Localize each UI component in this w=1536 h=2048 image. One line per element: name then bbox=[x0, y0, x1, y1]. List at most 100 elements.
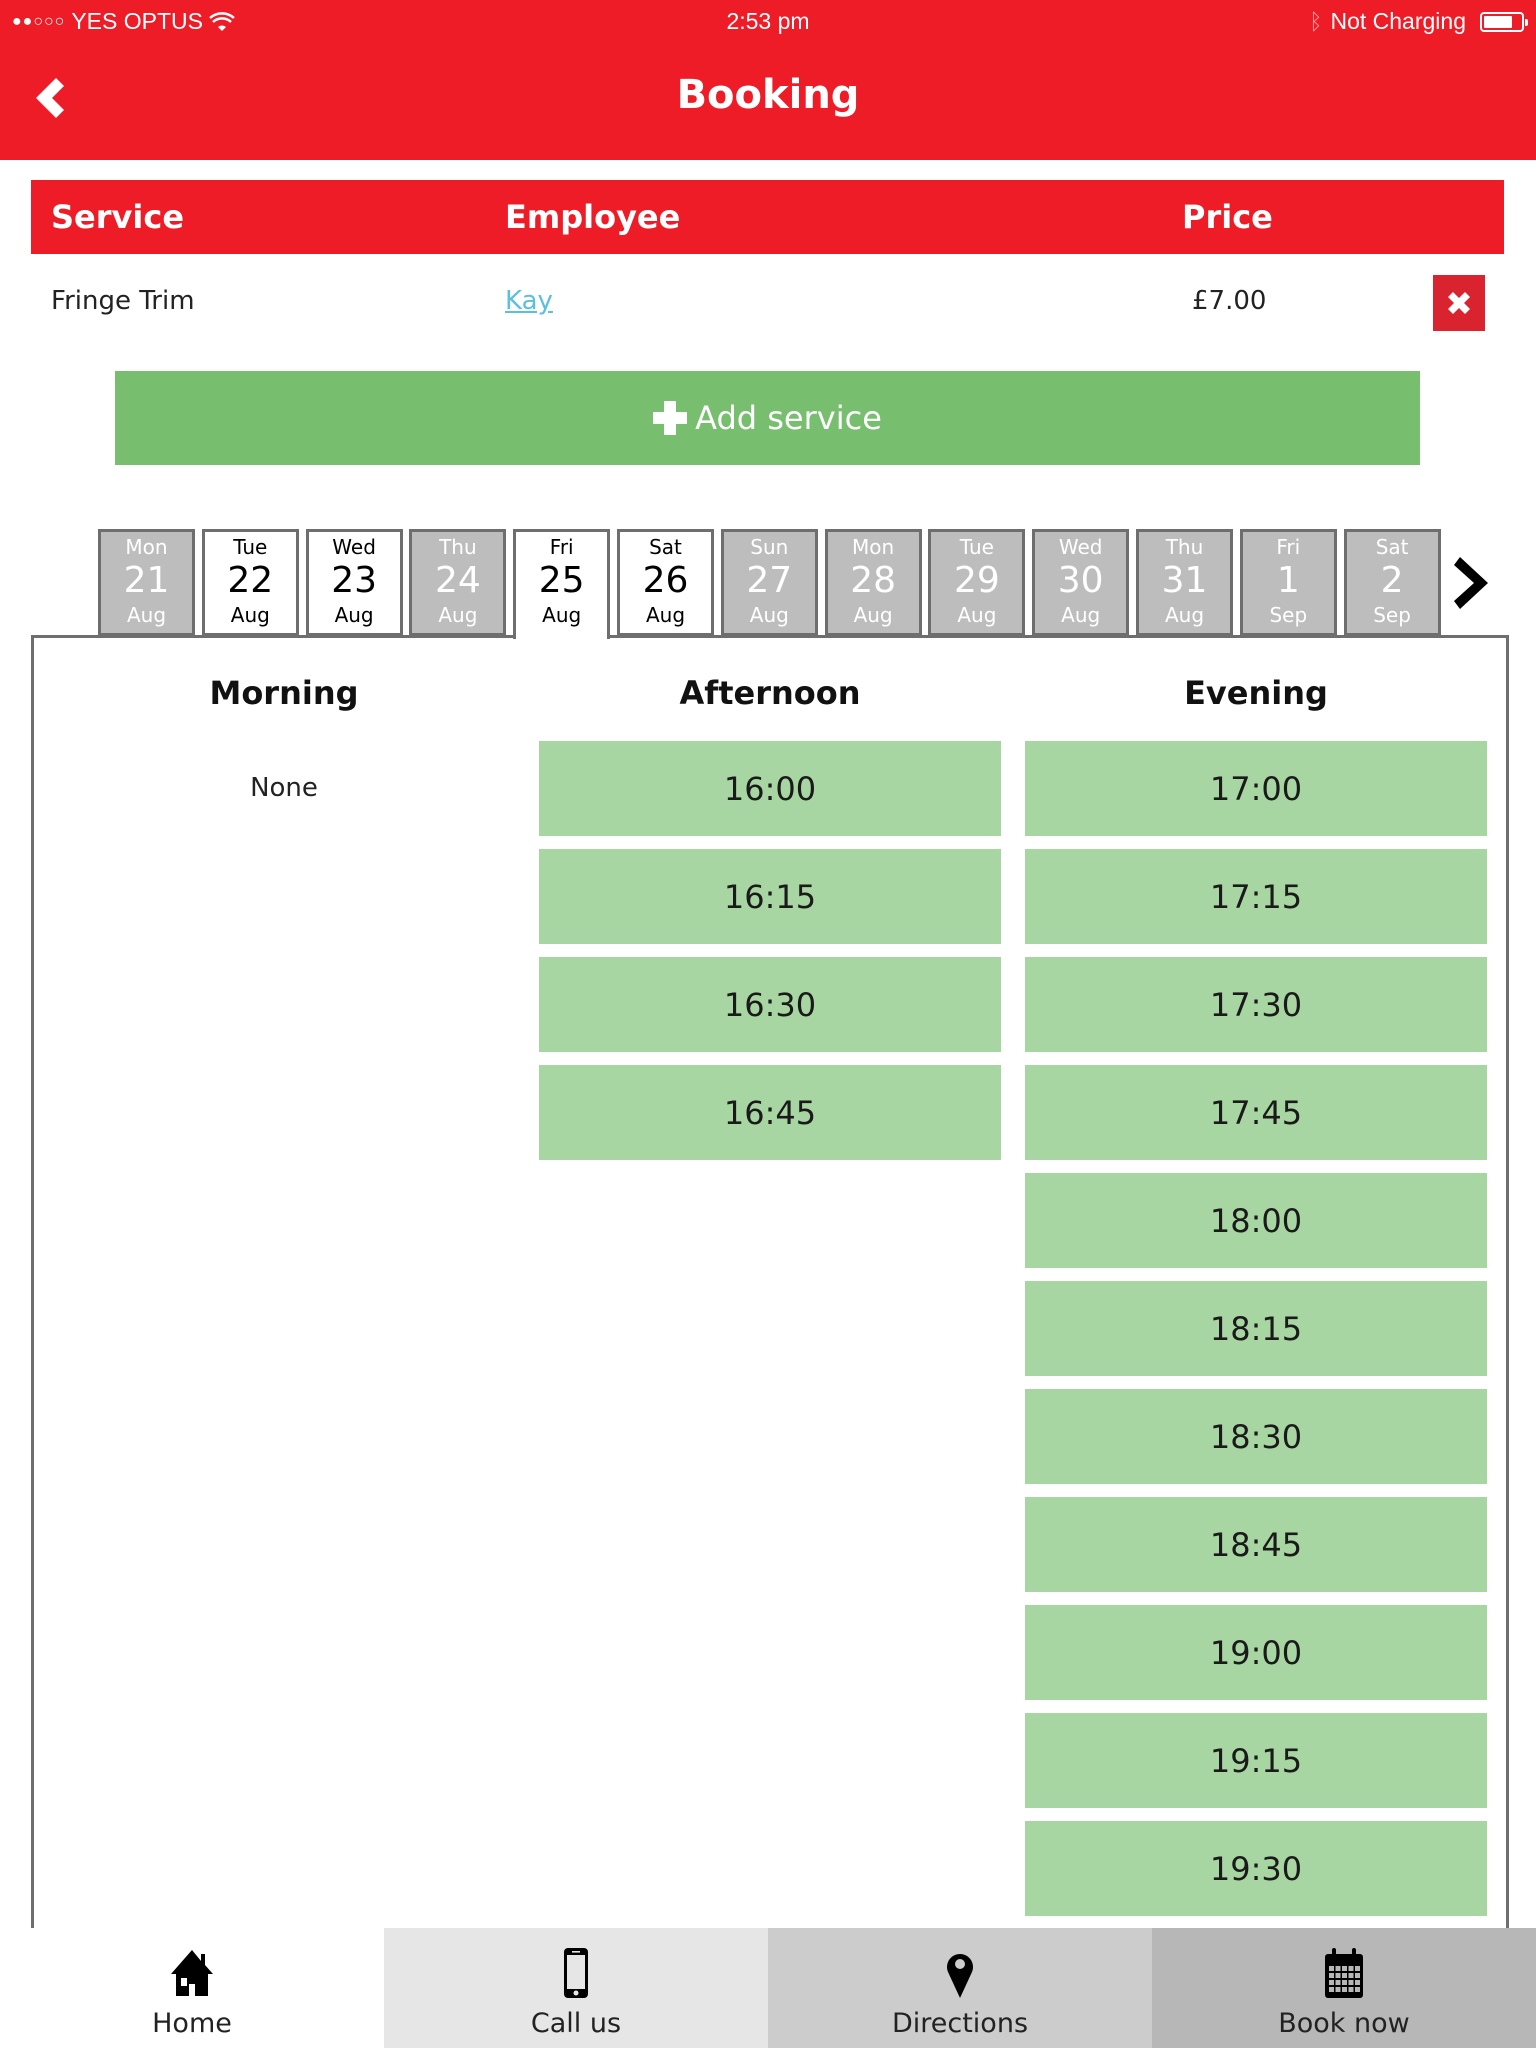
date-tab[interactable]: Fri 25 Aug bbox=[513, 529, 611, 639]
app-header: ●●○○○ YES OPTUS 2:53 pm ᛒ Not Charging B… bbox=[0, 0, 1536, 160]
date-tab-dow: Sat bbox=[649, 535, 682, 559]
time-slot[interactable]: 19:00 bbox=[1025, 1605, 1487, 1700]
date-tab-day: 26 bbox=[642, 560, 689, 601]
date-tab-dow: Sun bbox=[750, 535, 789, 559]
date-tab[interactable]: Sat 26 Aug bbox=[617, 529, 714, 636]
date-tab-month: Sep bbox=[1269, 603, 1308, 627]
morning-none-text: None bbox=[250, 773, 318, 803]
date-tab-dow: Wed bbox=[1058, 535, 1103, 559]
time-slot[interactable]: 18:30 bbox=[1025, 1389, 1487, 1484]
date-tab-dow: Tue bbox=[233, 535, 268, 559]
date-tab-month: Aug bbox=[853, 603, 893, 627]
date-tab-month: Aug bbox=[334, 603, 374, 627]
date-tab-day: 30 bbox=[1057, 560, 1104, 601]
date-tab[interactable]: Wed 23 Aug bbox=[305, 529, 403, 636]
time-slot[interactable]: 17:30 bbox=[1025, 957, 1487, 1052]
date-tab-day: 21 bbox=[123, 560, 170, 601]
date-tab-dow: Tue bbox=[959, 535, 994, 559]
date-tab-day: 1 bbox=[1276, 560, 1300, 601]
date-tab-dow: Mon bbox=[125, 535, 168, 559]
date-tab-month: Aug bbox=[749, 603, 789, 627]
date-tab-day: 25 bbox=[538, 560, 585, 601]
nav-home[interactable]: Home bbox=[0, 1928, 384, 2048]
date-tab-day: 28 bbox=[850, 560, 896, 601]
bluetooth-icon: ᛒ bbox=[1309, 8, 1323, 34]
date-tab[interactable]: Wed 30 Aug bbox=[1032, 529, 1130, 636]
time-slot[interactable]: 19:15 bbox=[1025, 1713, 1487, 1808]
date-tab[interactable]: Sat 2 Sep bbox=[1343, 529, 1441, 636]
column-header-price: Price bbox=[1182, 198, 1273, 236]
date-tab-day: 2 bbox=[1380, 560, 1404, 601]
date-tab-dow: Mon bbox=[852, 535, 895, 559]
charging-status: Not Charging bbox=[1330, 8, 1466, 34]
calendar-icon bbox=[1325, 1948, 1363, 1998]
date-tab-day: 23 bbox=[331, 560, 377, 601]
date-tab-day: 27 bbox=[746, 560, 793, 601]
date-tab-month: Sep bbox=[1373, 603, 1411, 627]
date-tab-day: 22 bbox=[227, 560, 274, 601]
time-slot[interactable]: 18:45 bbox=[1025, 1497, 1487, 1592]
battery-icon bbox=[1480, 11, 1528, 32]
nav-label: Directions bbox=[891, 2008, 1029, 2039]
date-tab-dow: Wed bbox=[332, 535, 376, 559]
add-service-label: Add service bbox=[695, 399, 882, 437]
phone-icon bbox=[564, 1948, 588, 1998]
service-row: Fringe Trim Kay £7.00 bbox=[31, 262, 1504, 342]
remove-service-button[interactable] bbox=[1433, 275, 1485, 331]
time-slot[interactable]: 17:00 bbox=[1025, 741, 1487, 836]
clock: 2:53 pm bbox=[726, 8, 810, 34]
date-tab-month: Aug bbox=[438, 603, 478, 627]
time-slot[interactable]: 19:30 bbox=[1025, 1821, 1487, 1916]
employee-link[interactable]: Kay bbox=[505, 286, 553, 316]
date-tab-day: 29 bbox=[953, 560, 1000, 601]
next-dates-chevron-icon[interactable] bbox=[1452, 553, 1496, 613]
nav-label: Home bbox=[152, 2008, 232, 2039]
nav-book-now[interactable]: Book now bbox=[1152, 1928, 1536, 2048]
close-icon bbox=[1448, 292, 1470, 314]
status-right: ᛒ Not Charging bbox=[1309, 8, 1528, 35]
home-icon bbox=[171, 1950, 213, 1996]
time-slot[interactable]: 16:30 bbox=[539, 957, 1001, 1052]
date-tab-dow: Thu bbox=[439, 535, 477, 559]
date-tab[interactable]: Thu 31 Aug bbox=[1136, 529, 1233, 636]
date-tab-month: Aug bbox=[1164, 603, 1205, 627]
nav-call-us[interactable]: Call us bbox=[384, 1928, 768, 2048]
date-tab[interactable]: Sun 27 Aug bbox=[720, 529, 818, 636]
date-tab-month: Aug bbox=[230, 603, 270, 627]
time-slot[interactable]: 16:15 bbox=[539, 849, 1001, 944]
add-service-button[interactable]: Add service bbox=[115, 371, 1420, 465]
column-header-service: Service bbox=[51, 198, 185, 236]
date-tab[interactable]: Mon 21 Aug bbox=[98, 529, 195, 636]
date-tab-month: Aug bbox=[126, 603, 167, 627]
date-tab-dow: Sat bbox=[1375, 535, 1409, 559]
time-slot[interactable]: 16:45 bbox=[539, 1065, 1001, 1160]
time-slot[interactable]: 18:15 bbox=[1025, 1281, 1487, 1376]
date-tab[interactable]: Thu 24 Aug bbox=[409, 529, 507, 636]
date-tab-day: 24 bbox=[434, 560, 481, 601]
evening-heading: Evening bbox=[1184, 674, 1328, 712]
date-tab[interactable]: Fri 1 Sep bbox=[1239, 529, 1337, 636]
date-tab-month: Aug bbox=[645, 603, 686, 627]
nav-directions[interactable]: Directions bbox=[768, 1928, 1152, 2048]
plus-icon bbox=[653, 401, 688, 435]
date-tab-dow: Thu bbox=[1165, 535, 1204, 559]
bottom-nav: Home Call us Directions Book now bbox=[0, 1928, 1536, 2048]
date-tab[interactable]: Tue 22 Aug bbox=[201, 529, 299, 636]
time-slot[interactable]: 17:45 bbox=[1025, 1065, 1487, 1160]
service-name: Fringe Trim bbox=[51, 286, 195, 316]
service-price: £7.00 bbox=[1192, 286, 1267, 316]
date-tab[interactable]: Tue 29 Aug bbox=[928, 529, 1026, 636]
morning-heading: Morning bbox=[209, 674, 359, 712]
date-tab-day: 31 bbox=[1161, 560, 1208, 601]
date-tab[interactable]: Mon 28 Aug bbox=[824, 529, 922, 636]
date-tab-month: Aug bbox=[542, 603, 582, 627]
map-pin-icon bbox=[947, 1954, 973, 1998]
page-title: Booking bbox=[676, 72, 860, 118]
column-header-employee: Employee bbox=[505, 198, 681, 236]
afternoon-heading: Afternoon bbox=[679, 674, 861, 712]
status-bar: ●●○○○ YES OPTUS 2:53 pm ᛒ Not Charging bbox=[0, 6, 1536, 38]
time-slot[interactable]: 18:00 bbox=[1025, 1173, 1487, 1268]
time-slot[interactable]: 16:00 bbox=[539, 741, 1001, 836]
nav-label: Book now bbox=[1278, 2008, 1410, 2039]
time-slot[interactable]: 17:15 bbox=[1025, 849, 1487, 944]
